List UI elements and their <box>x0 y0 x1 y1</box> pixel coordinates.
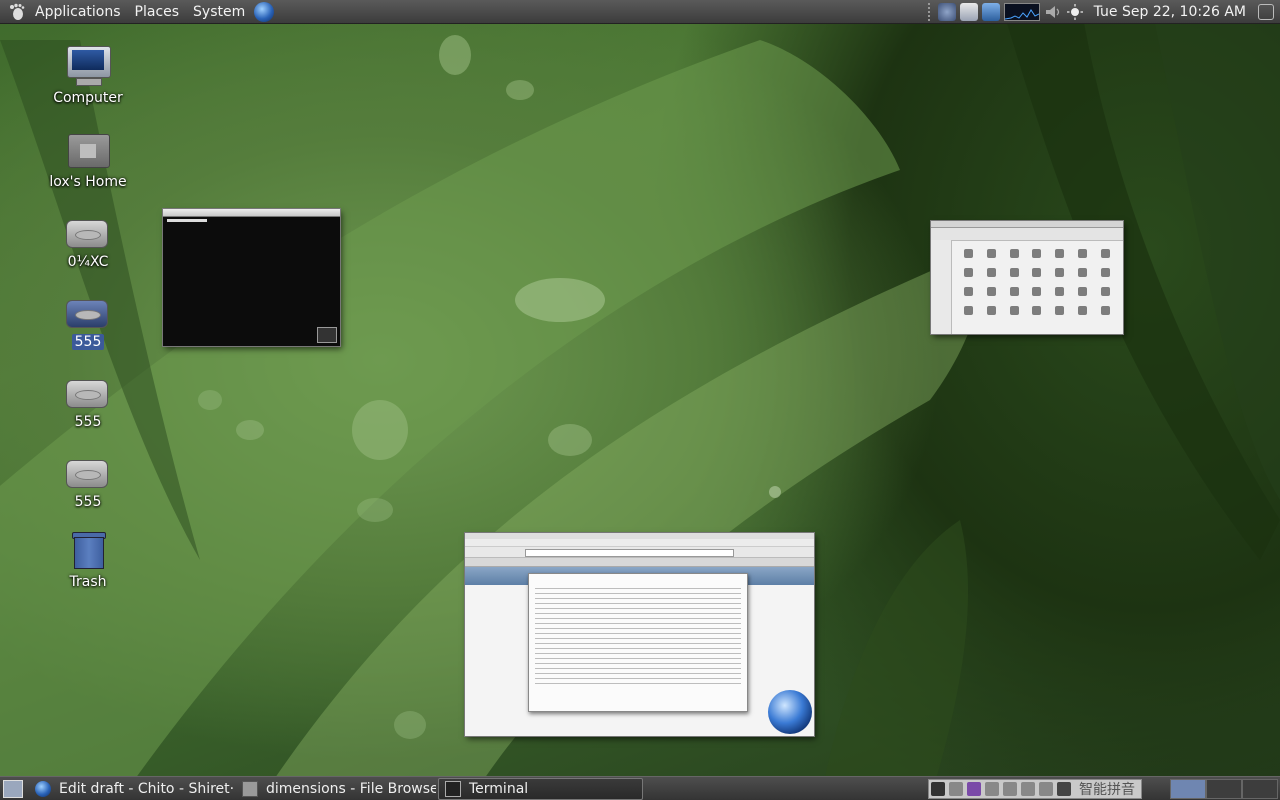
drive-icon <box>64 208 112 252</box>
workspace-2[interactable] <box>1206 778 1242 799</box>
input-method-bar: 智能拼音 <box>928 778 1142 799</box>
desktop-icon-trash[interactable]: Trash <box>38 528 138 590</box>
gnome-foot-icon[interactable] <box>6 1 28 23</box>
menu-applications[interactable]: Applications <box>28 0 128 24</box>
file-browser-icon <box>242 780 258 797</box>
clipboard-icon[interactable] <box>959 2 978 21</box>
taskbar-item-file-browser[interactable]: dimensions - File Browser <box>236 778 436 800</box>
penguin-icon[interactable] <box>931 781 945 796</box>
panel-handle[interactable] <box>927 2 934 21</box>
panel-clock[interactable]: Tue Sep 22, 10:26 AM <box>1088 4 1254 20</box>
file-browser-toolbar <box>931 228 1123 241</box>
firefox-icon <box>768 690 812 734</box>
desktop-icon-label: 555 <box>74 494 102 510</box>
ime-punct-icon[interactable] <box>1003 781 1017 796</box>
desktop-icon-drive-2[interactable]: 555 <box>38 288 138 350</box>
menu-system[interactable]: System <box>186 0 252 24</box>
taskbar-item-label: Terminal <box>469 780 529 797</box>
browser-menubar <box>465 539 814 547</box>
drive-icon <box>64 368 112 412</box>
ime-traditional-icon[interactable] <box>1021 781 1035 796</box>
desktop-icon-label: Computer <box>53 90 123 106</box>
desktop-icon-home[interactable]: lox's Home <box>38 128 138 190</box>
workspace-switcher <box>1170 778 1278 799</box>
taskbar-item-label: Edit draft - Chito - Shiret··· <box>59 780 234 797</box>
menu-places[interactable]: Places <box>128 0 187 24</box>
drive-icon <box>64 448 112 492</box>
taskbar-item-terminal[interactable]: Terminal <box>438 777 643 800</box>
brightness-icon[interactable] <box>1066 3 1084 21</box>
taskbar-item-browser[interactable]: Edit draft - Chito - Shiret··· <box>29 778 234 800</box>
drive-icon <box>64 288 112 332</box>
browser-globe-icon <box>35 780 51 797</box>
file-grid <box>959 245 1115 328</box>
home-folder-icon <box>64 128 112 172</box>
desktop-icon-label: 0¼XC <box>67 254 109 270</box>
desktop-icon-drive-4[interactable]: 555 <box>38 448 138 510</box>
terminal-prompt-line <box>167 219 207 222</box>
web-browser-launcher-icon[interactable] <box>254 1 275 22</box>
desktop-icon-drive-1[interactable]: 0¼XC <box>38 208 138 270</box>
desktop-icon-drive-3[interactable]: 555 <box>38 368 138 430</box>
file-browser-window-thumbnail[interactable] <box>931 221 1123 334</box>
keyboard-icon[interactable] <box>1057 781 1071 796</box>
window-titlebar <box>931 221 1123 228</box>
workspace-3[interactable] <box>1242 778 1278 799</box>
shutdown-icon[interactable] <box>1258 3 1274 20</box>
desktop-icon-label: lox's Home <box>49 174 127 190</box>
taskbar-item-label: dimensions - File Browser <box>266 780 436 797</box>
desktop-icon-computer[interactable]: Computer <box>38 44 138 106</box>
ime-lock-icon[interactable] <box>1039 781 1053 796</box>
ime-symbol-icon[interactable] <box>985 781 999 796</box>
browser-url-bar <box>465 547 814 558</box>
terminal-icon <box>317 327 337 343</box>
update-notifier-icon[interactable] <box>981 2 1000 21</box>
terminal-icon <box>445 780 461 797</box>
terminal-window-thumbnail[interactable] <box>163 209 340 346</box>
top-panel: Applications Places System Tue Sep 22, 1… <box>0 0 1280 24</box>
workspace-1[interactable] <box>1170 778 1206 799</box>
file-browser-sidebar <box>931 240 952 334</box>
trash-icon <box>64 528 112 572</box>
ime-mode-icon[interactable] <box>949 781 963 796</box>
desktop-icon-label: Trash <box>69 574 107 590</box>
desktop-icon-label: 555 <box>74 414 102 430</box>
dialog-thumbnail <box>528 573 748 712</box>
desktop-icon-label: 555 <box>71 334 105 350</box>
show-desktop-button[interactable] <box>3 779 23 798</box>
main-menu-bar: Applications Places System <box>28 0 275 24</box>
browser-window-thumbnail[interactable] <box>465 533 814 736</box>
system-tray: Tue Sep 22, 10:26 AM <box>927 0 1280 24</box>
window-titlebar <box>163 209 340 217</box>
browser-tab-strip <box>465 558 814 567</box>
ime-skin-icon[interactable] <box>967 781 981 796</box>
network-manager-icon[interactable] <box>937 2 956 21</box>
system-monitor-graph[interactable] <box>1003 2 1040 21</box>
volume-icon[interactable] <box>1044 3 1062 21</box>
ime-name[interactable]: 智能拼音 <box>1073 779 1141 799</box>
computer-icon <box>64 44 112 88</box>
bottom-panel: Edit draft - Chito - Shiret··· dimension… <box>0 776 1280 800</box>
